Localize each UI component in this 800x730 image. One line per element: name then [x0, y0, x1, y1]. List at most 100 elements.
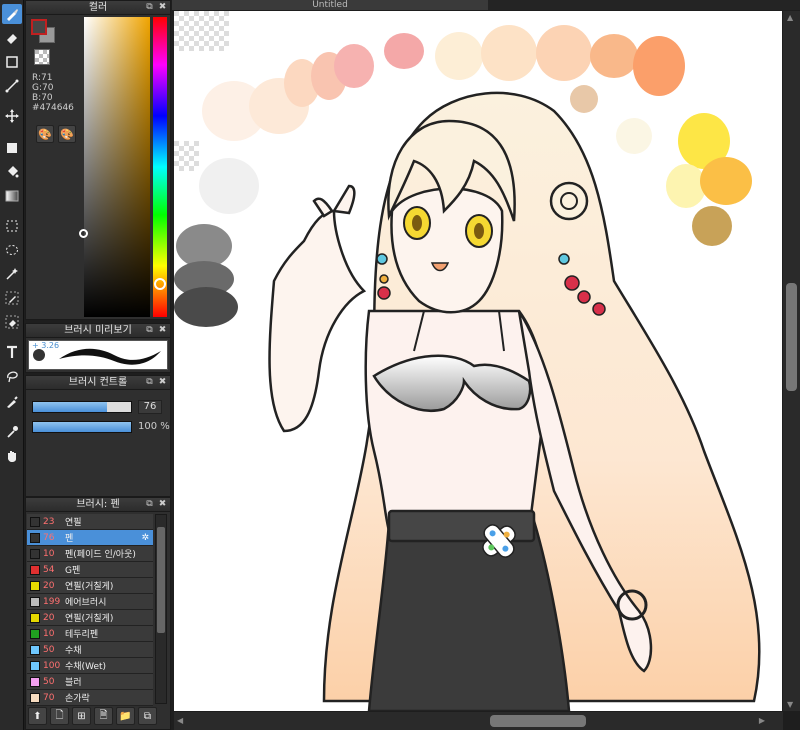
- upload-button[interactable]: ⬆: [28, 707, 47, 725]
- document-tab[interactable]: Untitled: [172, 0, 488, 10]
- eraser-icon[interactable]: [2, 28, 22, 48]
- saturation-value-picker[interactable]: [84, 17, 150, 317]
- canvas-vertical-scrollbar[interactable]: ▲ ▼: [783, 11, 800, 711]
- canvas-vertical-scroll-thumb[interactable]: [786, 283, 797, 391]
- scroll-left-icon[interactable]: ◀: [177, 716, 183, 725]
- palette-add-icon: 🎨: [60, 127, 74, 141]
- brush-list-scroll-thumb[interactable]: [157, 527, 165, 633]
- folder-icon: 📁: [119, 710, 132, 722]
- popout-icon[interactable]: ⧉: [145, 377, 154, 388]
- popout-icon[interactable]: ⧉: [145, 499, 154, 510]
- brush-list-item[interactable]: 50 블러: [27, 674, 153, 690]
- color-panel: 컬러 ⧉ ✖ R:71 G:70 B:70 #474646 🎨 🎨: [25, 0, 171, 320]
- brush-list-item[interactable]: 10 펜(페이드 인/아웃): [27, 546, 153, 562]
- foreground-color-swatch[interactable]: [31, 19, 47, 35]
- hue-slider[interactable]: [153, 17, 167, 317]
- brush-color-chip: [30, 628, 40, 639]
- brush-preview-header: 브러시 미리보기 ⧉ ✖: [26, 324, 170, 338]
- brush-name: 연필: [65, 518, 82, 528]
- brush-list-item[interactable]: 199 에어브러시: [27, 594, 153, 610]
- brush-size-number: 20: [43, 612, 55, 623]
- brush-list-item[interactable]: 70 손가락: [27, 690, 153, 706]
- select-rect-icon[interactable]: [2, 216, 22, 236]
- brush-color-chip: [30, 612, 40, 623]
- sv-picker-cursor[interactable]: [79, 229, 88, 238]
- select-pen-icon[interactable]: [2, 288, 22, 308]
- scroll-up-icon[interactable]: ▲: [787, 13, 793, 22]
- brush-preview-title: 브러시 미리보기: [64, 325, 132, 336]
- brush-size-number: 76: [43, 532, 55, 543]
- brush-list-item[interactable]: 23 연필: [27, 514, 153, 530]
- toolbox: [0, 0, 24, 730]
- brush-size-text: 3.26: [41, 341, 60, 350]
- brush-list-item[interactable]: 50 수채: [27, 642, 153, 658]
- brush-name: 펜(페이드 인/아웃): [65, 550, 136, 560]
- red-value: R:71: [32, 73, 53, 83]
- fill-rect-icon[interactable]: [2, 138, 22, 158]
- scroll-down-icon[interactable]: ▼: [787, 700, 793, 709]
- rectangle-icon[interactable]: [2, 52, 22, 72]
- brush-size-slider[interactable]: [32, 401, 132, 413]
- brush-list-item[interactable]: 100 수채(Wet): [27, 658, 153, 674]
- gradient-icon[interactable]: [2, 186, 22, 206]
- brush-settings-gear-icon[interactable]: ✲: [141, 533, 149, 543]
- brush-list-scrollbar[interactable]: [155, 514, 167, 704]
- brush-size-number: 10: [43, 548, 55, 559]
- add-brush-button[interactable]: ⊞: [72, 707, 91, 725]
- brush-color-chip: [30, 676, 40, 687]
- transparent-color-swatch[interactable]: [34, 49, 50, 65]
- line-icon[interactable]: [2, 76, 22, 96]
- close-icon[interactable]: ✖: [158, 499, 167, 510]
- eyedropper-icon[interactable]: [2, 422, 22, 442]
- brush-size-number: 70: [43, 692, 55, 703]
- brush-list-item[interactable]: 10 테두리펜: [27, 626, 153, 642]
- popout-icon[interactable]: ⧉: [145, 325, 154, 336]
- brush-name: 펜: [65, 534, 74, 544]
- brush-size-value[interactable]: 76: [138, 400, 162, 414]
- brush-list-panel: 브러시: 펜 ⧉ ✖ 23 연필 76 펜 ✲ 10 펜(페이드 인/아웃) 54 G펜 20 연필(…: [25, 497, 171, 730]
- hand-icon[interactable]: [2, 446, 22, 466]
- new-brush-button[interactable]: 🗋: [50, 707, 69, 725]
- brush-color-chip: [30, 516, 40, 527]
- text-icon[interactable]: [2, 342, 22, 362]
- lasso-fill-icon[interactable]: [2, 366, 22, 386]
- eyedropper-pen-icon[interactable]: [2, 392, 22, 412]
- scroll-right-icon[interactable]: ▶: [759, 716, 765, 725]
- bucket-icon[interactable]: [2, 162, 22, 182]
- magic-wand-icon[interactable]: [2, 264, 22, 284]
- brush-size-number: 10: [43, 628, 55, 639]
- brush-color-chip: [30, 660, 40, 671]
- brush-list-item[interactable]: 54 G펜: [27, 562, 153, 578]
- brush-opacity-slider[interactable]: [32, 421, 132, 433]
- brush-opacity-value[interactable]: 100 %: [138, 421, 170, 432]
- brush-control-header: 브러시 컨트롤 ⧉ ✖: [26, 376, 170, 390]
- duplicate-button[interactable]: ⧉: [138, 707, 157, 725]
- brush-name: 연필(거칠게): [65, 582, 114, 592]
- color-panel-title: 컬러: [88, 2, 108, 13]
- brush-name: 테두리펜: [65, 630, 99, 640]
- upload-icon: ⬆: [33, 710, 42, 722]
- brush-preview-panel: 브러시 미리보기 ⧉ ✖ + 3.26: [25, 323, 171, 373]
- brush-list-item[interactable]: 20 연필(거칠게): [27, 610, 153, 626]
- brush-settings-button[interactable]: 🗎: [94, 707, 113, 725]
- canvas-horizontal-scrollbar[interactable]: ◀ ▶: [174, 712, 783, 730]
- brush-list-item[interactable]: 76 펜 ✲: [27, 530, 153, 546]
- hue-slider-cursor[interactable]: [154, 278, 166, 290]
- close-icon[interactable]: ✖: [158, 377, 167, 388]
- brush-name: 손가락: [65, 694, 90, 704]
- brush-icon[interactable]: [2, 4, 22, 24]
- select-eraser-icon[interactable]: [2, 312, 22, 332]
- drawing-canvas[interactable]: [174, 11, 782, 711]
- new-page-icon: 🗋: [55, 709, 64, 721]
- palette-add-button[interactable]: 🎨: [58, 125, 76, 143]
- select-lasso-icon[interactable]: [2, 240, 22, 260]
- brush-list-item[interactable]: 20 연필(거칠게): [27, 578, 153, 594]
- close-icon[interactable]: ✖: [158, 2, 167, 13]
- close-icon[interactable]: ✖: [158, 325, 167, 336]
- brush-color-chip: [30, 596, 40, 607]
- popout-icon[interactable]: ⧉: [145, 2, 154, 13]
- folder-button[interactable]: 📁: [116, 707, 135, 725]
- canvas-horizontal-scroll-thumb[interactable]: [490, 715, 586, 727]
- move-icon[interactable]: [2, 106, 22, 126]
- palette-button[interactable]: 🎨: [36, 125, 54, 143]
